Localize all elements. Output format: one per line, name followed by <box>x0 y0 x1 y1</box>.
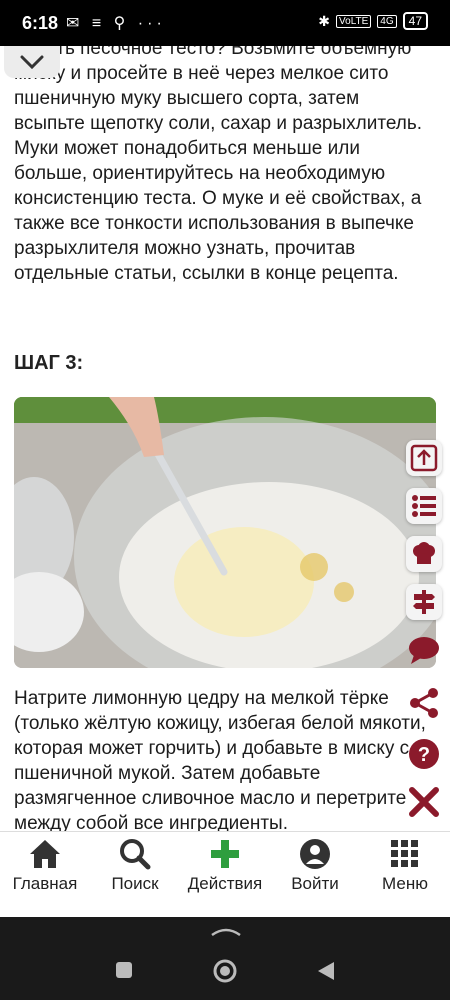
chef-hat-icon <box>413 542 435 564</box>
home-icon <box>30 840 60 868</box>
back-icon[interactable] <box>316 960 336 982</box>
bottom-navigation: Главная Поиск Действия Войти Меню <box>0 831 450 918</box>
nav-menu[interactable]: Меню <box>360 838 450 894</box>
share-icon <box>410 688 438 718</box>
status-bar: 6:18 ✉ ≡ ⚲ ··· ✱ VoLTE 4G 47 <box>0 0 450 46</box>
help-button[interactable]: ? <box>406 736 442 772</box>
nav-search[interactable]: Поиск <box>90 838 180 894</box>
help-icon: ? <box>409 739 439 769</box>
status-notification-icons: ✉ ≡ ⚲ ··· <box>66 15 166 32</box>
step-photo <box>14 397 436 668</box>
nav-login-label: Войти <box>291 874 339 893</box>
article-paragraph: делать песочное тесто? Возьмите объёмную… <box>14 46 423 284</box>
nav-login[interactable]: Войти <box>270 838 360 894</box>
nav-actions-label: Действия <box>187 874 263 893</box>
status-right-icons: ✱ VoLTE 4G 47 <box>318 12 428 30</box>
chevron-down-icon <box>20 55 44 69</box>
scroll-top-icon <box>410 444 438 472</box>
close-tools-button[interactable] <box>406 784 442 820</box>
comments-button[interactable] <box>406 632 442 668</box>
search-icon <box>120 839 151 870</box>
article-paragraph: Натрите лимонную цедру на мелкой тёрке (… <box>14 688 426 831</box>
scroll-top-button[interactable] <box>406 440 442 476</box>
nav-search-label: Поиск <box>111 874 159 893</box>
user-icon <box>300 839 330 869</box>
list-icon <box>412 495 436 517</box>
recent-apps-icon[interactable] <box>114 960 134 980</box>
home-circle-icon[interactable] <box>212 958 238 984</box>
nav-home[interactable]: Главная <box>0 838 90 894</box>
nav-actions[interactable]: Действия <box>180 838 270 894</box>
plus-icon <box>211 840 239 868</box>
recipe-chef-button[interactable] <box>406 536 442 572</box>
article-content[interactable]: делать песочное тесто? Возьмите объёмную… <box>0 46 450 831</box>
directions-button[interactable] <box>406 584 442 620</box>
bluetooth-icon: ✱ <box>318 12 331 29</box>
share-button[interactable] <box>406 685 442 721</box>
svg-text:?: ? <box>418 744 430 766</box>
network-badge: 4G <box>377 14 397 28</box>
contents-button[interactable] <box>406 488 442 524</box>
system-navigation-bar <box>0 917 450 1000</box>
collapse-header-button[interactable] <box>4 46 60 78</box>
volte-badge: VoLTE <box>336 14 372 28</box>
step-title: ШАГ 3: <box>14 352 84 374</box>
grid-icon <box>391 840 418 867</box>
status-time: 6:18 <box>22 13 59 33</box>
close-icon <box>409 787 439 817</box>
battery-indicator: 47 <box>402 12 428 30</box>
signpost-icon <box>413 590 435 614</box>
comment-icon <box>409 637 439 664</box>
nav-menu-label: Меню <box>382 874 428 893</box>
gesture-handle-icon[interactable] <box>210 925 242 937</box>
nav-home-label: Главная <box>12 874 78 893</box>
